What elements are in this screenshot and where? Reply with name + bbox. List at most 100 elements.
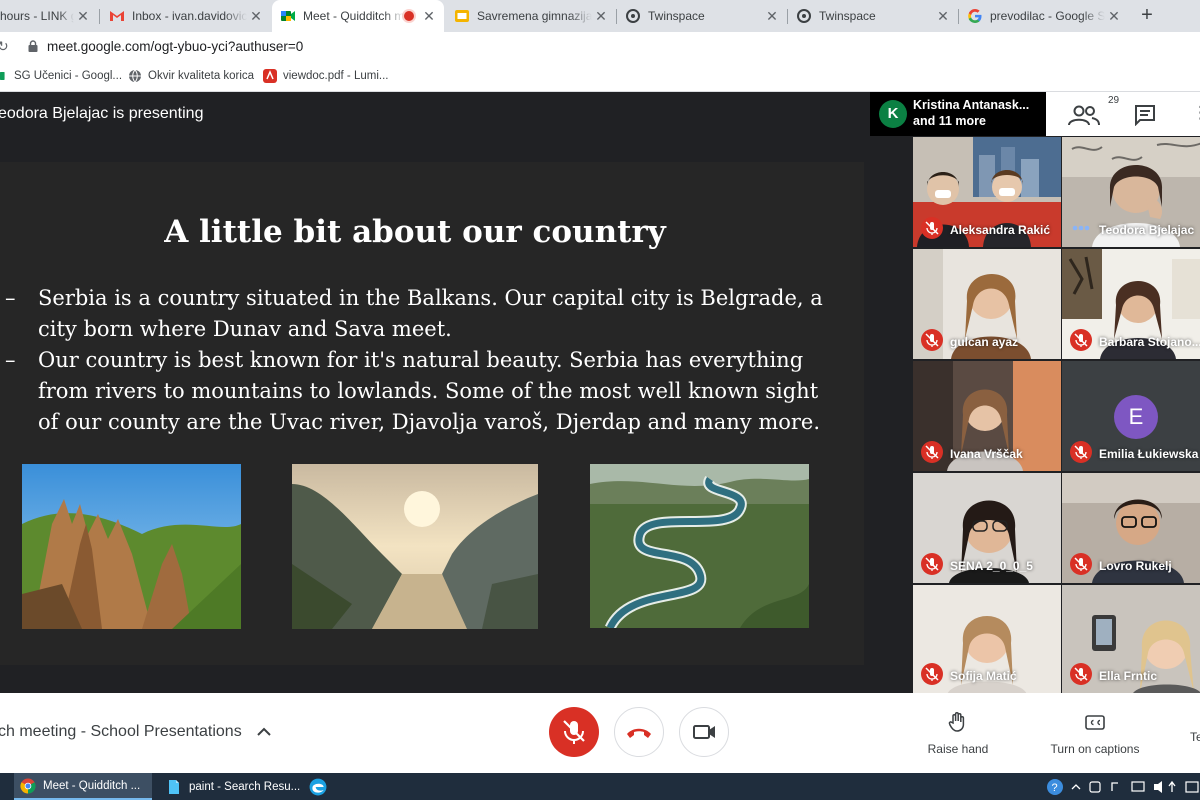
microphone-toggle-button[interactable] bbox=[549, 707, 599, 757]
avatar: K bbox=[879, 100, 907, 128]
river-gorge-photo bbox=[292, 464, 538, 629]
speaking-icon bbox=[1072, 225, 1090, 231]
avatar: E bbox=[1114, 395, 1158, 439]
new-tab-button[interactable]: + bbox=[1136, 4, 1158, 26]
participant-name: Emilia Łukiewska bbox=[1099, 447, 1199, 461]
bookmark-sg-ucenici[interactable]: SG Učenici - Googl... bbox=[0, 68, 122, 84]
browser-tab-twinspace-1[interactable]: Twinspace ✕ bbox=[617, 0, 787, 32]
tab-label: Twinspace bbox=[819, 9, 876, 23]
browser-tab-inbox[interactable]: Inbox - ivan.davidovic@ ✕ bbox=[101, 0, 271, 32]
mic-off-icon bbox=[921, 553, 943, 575]
rock-formations-photo bbox=[22, 464, 241, 629]
google-icon bbox=[968, 9, 982, 23]
participant-tile[interactable]: Ivana Vrščak bbox=[913, 361, 1061, 471]
tab-label: Meet - Quidditch m bbox=[303, 9, 404, 23]
browser-tab-hours[interactable]: hours - LINK g ✕ bbox=[0, 0, 98, 32]
address-bar: ↻ meet.google.com/ogt-ybuo-yci?authuser=… bbox=[0, 32, 1200, 61]
file-icon bbox=[169, 779, 179, 794]
close-icon[interactable]: ✕ bbox=[934, 8, 952, 25]
slide-bullet: – Our country is best known for it's nat… bbox=[5, 345, 828, 438]
browser-tab-meet[interactable]: Meet - Quidditch m ✕ bbox=[272, 0, 444, 32]
meeting-title[interactable]: ch meeting - School Presentations bbox=[0, 723, 242, 741]
people-icon[interactable] bbox=[1066, 102, 1106, 128]
bullet-marker: – bbox=[5, 286, 16, 310]
presenting-status: eodora Bjelajac is presenting bbox=[0, 105, 204, 122]
taskbar-item-chrome[interactable]: Meet - Quidditch ... bbox=[14, 773, 152, 800]
active-speaker-box[interactable]: K Kristina Antanask... and 11 more bbox=[870, 92, 1046, 136]
participant-tile[interactable]: gulcan ayaz bbox=[913, 249, 1061, 359]
presentation-stage: A little bit about our country – Serbia … bbox=[0, 136, 912, 693]
mic-off-icon bbox=[1070, 553, 1092, 575]
close-icon[interactable]: ✕ bbox=[1105, 8, 1123, 25]
tab-label: hours - LINK g bbox=[0, 9, 74, 23]
close-icon[interactable]: ✕ bbox=[763, 8, 781, 25]
raise-hand-button[interactable]: Raise hand bbox=[918, 711, 998, 756]
participant-tile[interactable]: Aleksandra Rakić bbox=[913, 137, 1061, 247]
river-meanders-photo bbox=[590, 464, 809, 628]
globe-icon bbox=[129, 69, 141, 83]
twinspace-icon bbox=[797, 9, 811, 23]
participant-name: gulcan ayaz bbox=[950, 335, 1019, 349]
mic-off-icon bbox=[1070, 441, 1092, 463]
close-icon[interactable]: ✕ bbox=[247, 8, 265, 25]
taskbar-label: Meet - Quidditch ... bbox=[43, 779, 141, 792]
chevron-up-icon[interactable] bbox=[256, 725, 272, 739]
browser-tab-strip: hours - LINK g ✕ Inbox - ivan.davidovic@… bbox=[0, 0, 1200, 32]
participant-name: Sofija Matić bbox=[950, 669, 1017, 683]
recording-indicator-icon bbox=[404, 11, 414, 21]
slide-title: A little bit about our country bbox=[164, 214, 666, 250]
close-icon[interactable]: ✕ bbox=[74, 8, 92, 25]
participant-name: Ella Frntic bbox=[1099, 669, 1158, 683]
twinspace-icon bbox=[626, 9, 640, 23]
slide-bullet: – Serbia is a country situated in the Ba… bbox=[5, 283, 828, 345]
svg-text:?: ? bbox=[1052, 782, 1058, 794]
captions-label: Turn on captions bbox=[1050, 742, 1140, 756]
captions-button[interactable]: Turn on captions bbox=[1040, 711, 1150, 756]
meet-top-actions: 29 ⋮ bbox=[1046, 92, 1200, 136]
cutoff-control-label[interactable]: Te bbox=[1190, 730, 1200, 744]
system-tray[interactable]: ? bbox=[1042, 777, 1200, 797]
browser-tab-slides[interactable]: Savremena gimnazija- I ✕ bbox=[446, 0, 616, 32]
slides-icon bbox=[455, 10, 469, 22]
bookmark-label: SG Učenici - Googl... bbox=[14, 70, 123, 82]
meeting-controls-bar: ch meeting - School Presentations Raise … bbox=[0, 693, 1200, 773]
mic-off-icon bbox=[921, 217, 943, 239]
mic-off-icon bbox=[563, 720, 585, 744]
participant-tile[interactable]: SENA 2_0_0_5 bbox=[913, 473, 1061, 583]
camera-toggle-button[interactable] bbox=[679, 707, 729, 757]
bookmarks-bar: SG Učenici - Googl... Okvir kvaliteta ko… bbox=[0, 61, 1200, 92]
lock-icon[interactable] bbox=[28, 40, 38, 52]
taskbar-item-paint[interactable]: paint - Search Resu... bbox=[160, 773, 300, 800]
camera-icon bbox=[693, 725, 715, 739]
participant-count: 29 bbox=[1108, 95, 1120, 106]
hand-icon bbox=[948, 712, 965, 732]
chat-icon[interactable] bbox=[1134, 104, 1156, 126]
url-field[interactable]: meet.google.com/ogt-ybuo-yci?authuser=0 bbox=[47, 39, 303, 54]
participant-tile[interactable]: E Emilia Łukiewska bbox=[1062, 361, 1200, 471]
bookmark-okvir[interactable]: Okvir kvaliteta korica bbox=[128, 68, 254, 84]
meet-icon bbox=[281, 11, 295, 21]
captions-icon bbox=[1085, 715, 1105, 730]
close-icon[interactable]: ✕ bbox=[420, 8, 438, 25]
activities-icon[interactable]: ⋮ bbox=[1192, 103, 1200, 123]
browser-tab-google[interactable]: prevodilac - Google Sea ✕ bbox=[959, 0, 1129, 32]
participant-name: Lovro Rukelj bbox=[1099, 559, 1172, 573]
participant-tile[interactable]: Ella Frntic bbox=[1062, 585, 1200, 693]
close-icon[interactable]: ✕ bbox=[592, 8, 610, 25]
windows-taskbar: Meet - Quidditch ... paint - Search Resu… bbox=[0, 773, 1200, 800]
reload-icon[interactable]: ↻ bbox=[0, 38, 9, 54]
participant-tile[interactable]: Barbara Stojano... bbox=[1062, 249, 1200, 359]
hang-up-icon bbox=[627, 728, 651, 738]
leave-call-button[interactable] bbox=[614, 707, 664, 757]
presenter-more: and 11 more bbox=[913, 114, 986, 128]
bullet-text: Serbia is a country situated in the Balk… bbox=[38, 286, 823, 341]
participant-tile[interactable]: Teodora Bjelajac bbox=[1062, 137, 1200, 247]
participant-name: Ivana Vrščak bbox=[950, 447, 1023, 461]
participant-name: Teodora Bjelajac bbox=[1099, 223, 1195, 237]
participant-tile[interactable]: Sofija Matić bbox=[913, 585, 1061, 693]
bookmark-viewdoc[interactable]: viewdoc.pdf - Lumi... bbox=[263, 68, 388, 84]
browser-tab-twinspace-2[interactable]: Twinspace ✕ bbox=[788, 0, 958, 32]
participant-tile[interactable]: Lovro Rukelj bbox=[1062, 473, 1200, 583]
taskbar-item-edge[interactable] bbox=[303, 773, 337, 800]
participant-name: Barbara Stojano... bbox=[1099, 335, 1200, 349]
